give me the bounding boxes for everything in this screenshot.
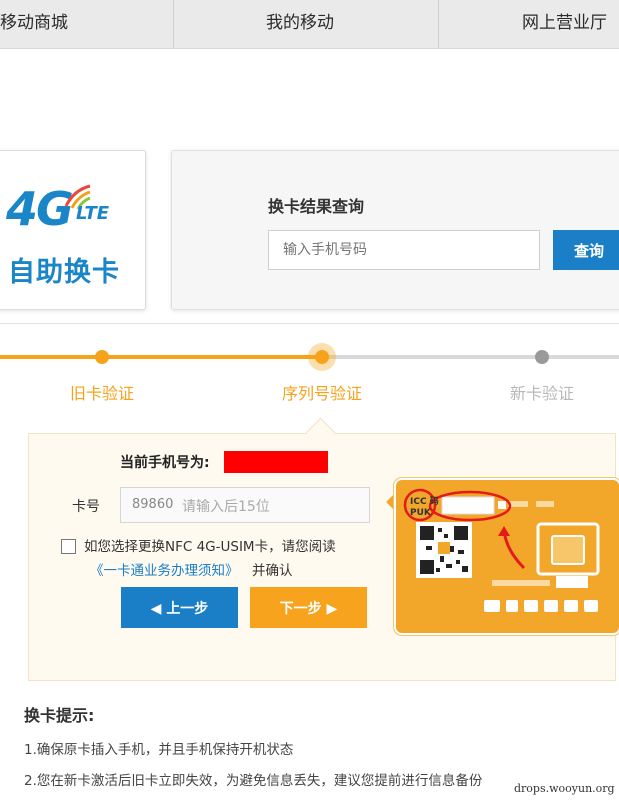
chevron-right-icon: ▶ — [321, 600, 338, 617]
query-button[interactable]: 查询 — [553, 230, 619, 270]
prev-step-button[interactable]: ◀ 上一步 — [121, 587, 238, 628]
nfc-agree-checkbox[interactable] — [61, 539, 76, 554]
nav-item-online-hall[interactable]: 网上营业厅 — [522, 0, 607, 48]
current-phone-label: 当前手机号为: — [120, 455, 210, 471]
sim-card-illustration: ICC 码 PUK — [396, 480, 619, 633]
phone-number-input[interactable] — [268, 230, 540, 270]
redacted-phone-number — [224, 451, 328, 473]
card-number-prefix: 89860 — [132, 497, 174, 512]
logo-lte-text: LTE — [76, 203, 110, 224]
next-step-label: 下一步 — [279, 600, 322, 617]
nfc-terms-link[interactable]: 《一卡通业务办理须知》 — [90, 559, 239, 579]
watermark: drops.wooyun.org — [514, 782, 615, 795]
logo-title: 自助换卡 — [8, 257, 120, 288]
tips-title: 换卡提示: — [24, 706, 95, 725]
step-dot-old-card — [95, 350, 109, 364]
step-dot-new-card — [535, 350, 549, 364]
nfc-notice-text: 如您选择更换NFC 4G-USIM卡，请您阅读 — [84, 539, 336, 555]
nav-divider — [438, 0, 439, 48]
tip-item: 2.您在新卡激活后旧卡立即失效，为避免信息丢失，建议您提前进行信息备份 — [24, 773, 483, 789]
next-step-button[interactable]: 下一步 ▶ — [250, 587, 367, 628]
progress-track-completed — [0, 355, 322, 359]
step-label-new-card: 新卡验证 — [510, 384, 575, 403]
nav-divider — [173, 0, 174, 48]
puk-label: PUK — [410, 508, 431, 518]
nfc-confirm-text: 并确认 — [252, 563, 293, 579]
result-query-title: 换卡结果查询 — [268, 197, 365, 216]
step-label-old-card: 旧卡验证 — [70, 384, 135, 403]
icc-label: ICC 码 — [410, 497, 439, 507]
progress-track-remaining — [322, 355, 619, 359]
prev-step-label: 上一步 — [166, 600, 209, 617]
tip-item: 1.确保原卡插入手机，并且手机保持开机状态 — [24, 742, 294, 758]
step-label-serial: 序列号验证 — [282, 384, 363, 403]
card-number-placeholder: 请输入后15位 — [182, 499, 270, 515]
section-divider — [0, 323, 619, 324]
card-number-label: 卡号 — [72, 499, 100, 515]
nav-item-mall[interactable]: 移动商城 — [0, 0, 68, 48]
step-dot-serial — [315, 350, 329, 364]
nav-item-my-mobile[interactable]: 我的移动 — [266, 0, 334, 48]
chevron-left-icon: ◀ — [150, 600, 167, 617]
